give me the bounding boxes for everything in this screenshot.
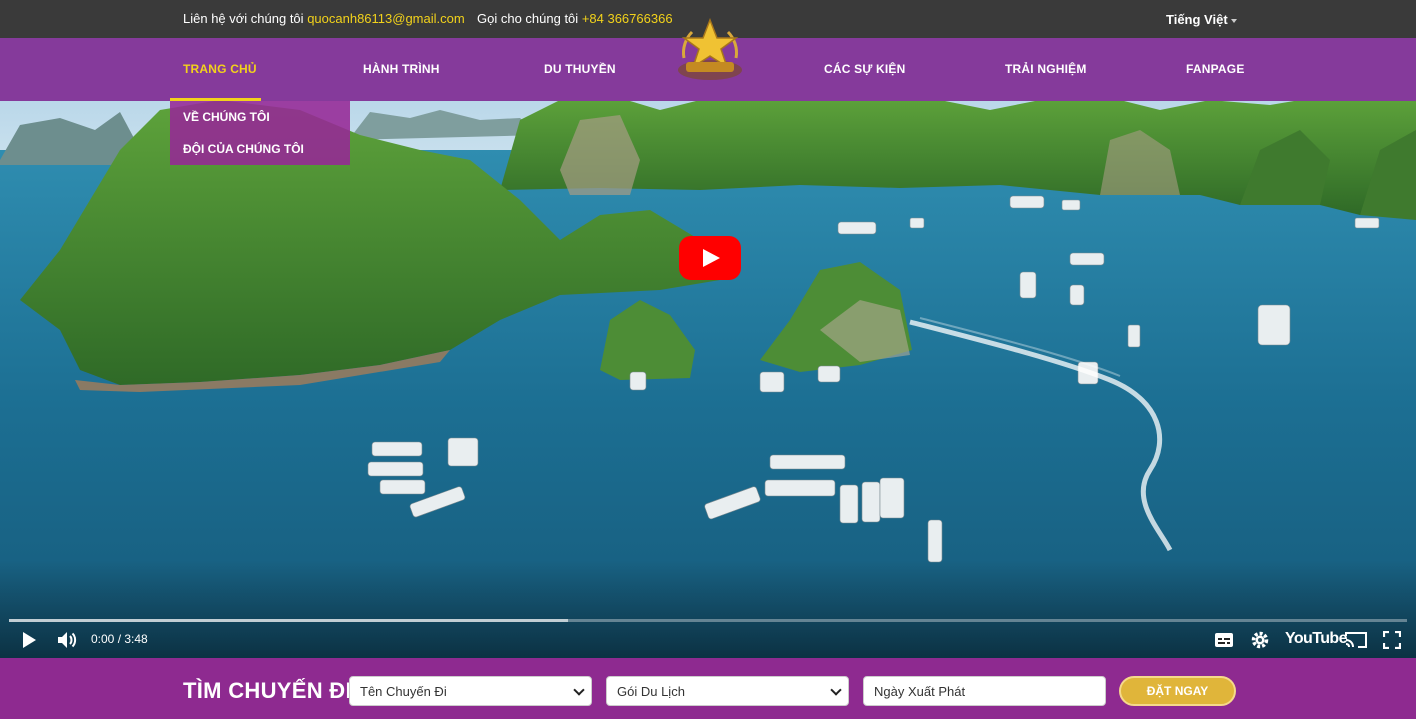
caret-down-icon: [1230, 18, 1237, 23]
dropdown-item-about-us[interactable]: VỀ CHÚNG TÔI: [183, 110, 270, 124]
departure-date-input[interactable]: Ngày Xuất Phát: [863, 676, 1106, 706]
hero-video[interactable]: 0:00 / 3:48 YouTube: [0, 101, 1416, 658]
chevron-down-icon: [573, 684, 585, 696]
departure-date-placeholder: Ngày Xuất Phát: [874, 684, 966, 699]
nav-item-home[interactable]: TRANG CHỦ: [183, 62, 257, 76]
cast-icon[interactable]: [1344, 631, 1368, 649]
play-icon[interactable]: [20, 631, 38, 649]
trip-name-value: Tên Chuyến Đi: [360, 684, 447, 699]
chevron-down-icon: [830, 684, 842, 696]
youtube-logo-text[interactable]: YouTube: [1285, 630, 1347, 648]
home-dropdown-menu: VỀ CHÚNG TÔI ĐỘI CỦA CHÚNG TÔI: [170, 101, 350, 165]
trip-search-bar: TÌM CHUYẾN ĐI Tên Chuyến Đi Gói Du Lịch …: [0, 658, 1416, 719]
search-title: TÌM CHUYẾN ĐI: [183, 678, 352, 703]
brand-logo[interactable]: [676, 18, 744, 84]
book-now-button[interactable]: ĐẶT NGAY: [1119, 676, 1236, 706]
phone-info: Gọi cho chúng tôi +84 366766366: [477, 11, 673, 26]
language-selector[interactable]: Tiếng Việt: [1166, 12, 1237, 27]
package-select[interactable]: Gói Du Lịch: [606, 676, 849, 706]
volume-icon[interactable]: [56, 630, 78, 650]
video-progress-bar[interactable]: [9, 619, 1407, 622]
package-value: Gói Du Lịch: [617, 684, 685, 699]
phone-label: Gọi cho chúng tôi: [477, 11, 579, 26]
progress-buffer: [9, 619, 569, 622]
settings-gear-icon[interactable]: [1250, 630, 1270, 650]
nav-item-experience[interactable]: TRẢI NGHIỆM: [1005, 62, 1087, 76]
youtube-play-icon[interactable]: [679, 236, 741, 280]
captions-icon[interactable]: [1214, 632, 1234, 648]
dropdown-item-our-team[interactable]: ĐỘI CỦA CHÚNG TÔI: [183, 142, 304, 156]
nav-item-events[interactable]: CÁC SỰ KIỆN: [824, 62, 906, 76]
fullscreen-icon[interactable]: [1383, 631, 1401, 649]
trip-name-select[interactable]: Tên Chuyến Đi: [349, 676, 592, 706]
video-time: 0:00 / 3:48: [91, 632, 148, 646]
contact-label: Liên hệ với chúng tôi: [183, 11, 304, 26]
email-link[interactable]: quocanh86113@gmail.com: [307, 11, 465, 26]
nav-item-cruise[interactable]: DU THUYỀN: [544, 62, 616, 76]
language-label: Tiếng Việt: [1166, 12, 1228, 27]
nav-item-fanpage[interactable]: FANPAGE: [1186, 62, 1245, 76]
phone-link[interactable]: +84 366766366: [582, 11, 673, 26]
ha-long-bay-scene: [0, 101, 1416, 658]
nav-item-itinerary[interactable]: HÀNH TRÌNH: [363, 62, 440, 76]
contact-info: Liên hệ với chúng tôi quocanh86113@gmail…: [183, 11, 465, 26]
